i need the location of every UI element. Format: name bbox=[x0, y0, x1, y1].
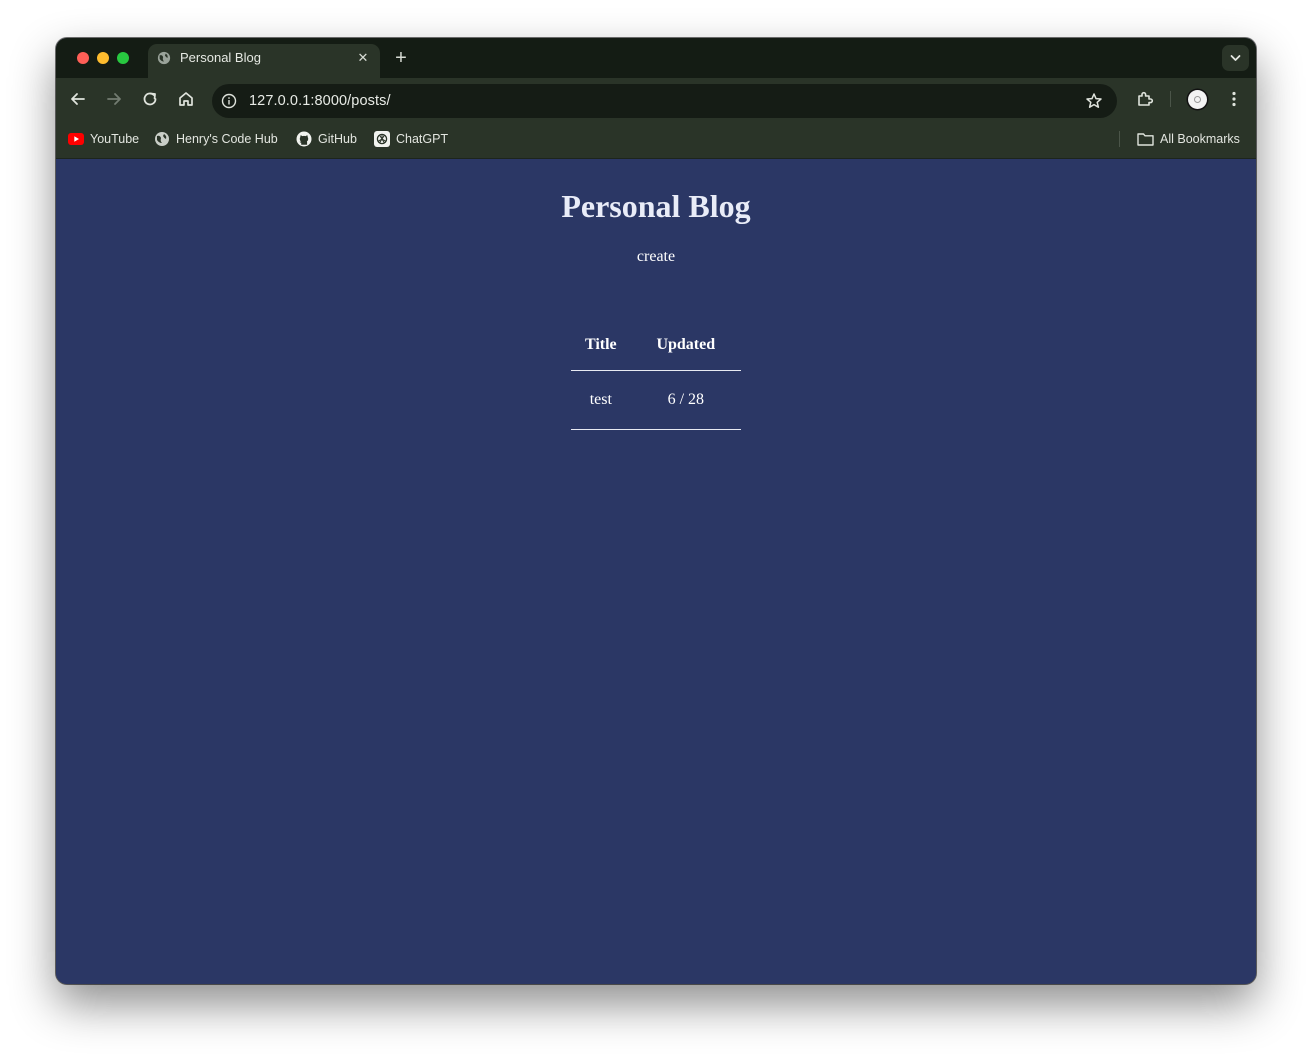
table-header-row: Title Updated bbox=[571, 320, 741, 371]
extensions-icon[interactable] bbox=[1134, 88, 1156, 110]
globe-icon bbox=[157, 51, 171, 65]
bookmark-star-icon[interactable] bbox=[1085, 92, 1103, 110]
tab-search-button[interactable] bbox=[1222, 45, 1249, 71]
post-updated-cell: 6 / 28 bbox=[630, 370, 741, 430]
profile-avatar[interactable] bbox=[1188, 90, 1207, 109]
toolbar-divider bbox=[1170, 91, 1171, 107]
bookmarks-divider bbox=[1119, 131, 1120, 147]
bookmark-henrys-code-hub[interactable]: Henry's Code Hub bbox=[154, 130, 278, 148]
tab-close-icon[interactable]: ✕ bbox=[354, 49, 372, 67]
page-content: Personal Blog create Title Updated test … bbox=[56, 159, 1256, 984]
table-row[interactable]: test 6 / 28 bbox=[571, 370, 741, 430]
bookmarks-bar: YouTube Henry's Code Hub GitHub ChatGPT … bbox=[56, 120, 1256, 159]
all-bookmarks-button[interactable]: All Bookmarks bbox=[1137, 130, 1240, 148]
toolbar: 127.0.0.1:8000/posts/ bbox=[56, 78, 1256, 120]
tab-title: Personal Blog bbox=[180, 50, 261, 65]
chevron-down-icon bbox=[1230, 55, 1241, 61]
column-header-updated: Updated bbox=[630, 320, 741, 371]
page-title: Personal Blog bbox=[561, 188, 751, 224]
home-icon[interactable] bbox=[175, 88, 197, 110]
bookmark-chatgpt[interactable]: ChatGPT bbox=[374, 130, 448, 148]
browser-window: Personal Blog ✕ + 127.0.0.1:8000/posts/ … bbox=[56, 38, 1256, 984]
posts-table: Title Updated test 6 / 28 bbox=[571, 320, 741, 430]
tab-strip: Personal Blog ✕ + bbox=[56, 38, 1256, 78]
bookmark-youtube[interactable]: YouTube bbox=[68, 130, 139, 148]
folder-icon bbox=[1137, 133, 1154, 146]
chatgpt-icon bbox=[374, 131, 390, 147]
address-bar-url[interactable]: 127.0.0.1:8000/posts/ bbox=[249, 93, 391, 109]
address-bar[interactable]: 127.0.0.1:8000/posts/ bbox=[212, 84, 1117, 118]
bookmark-label: Henry's Code Hub bbox=[176, 132, 278, 146]
create-link[interactable]: create bbox=[637, 248, 675, 265]
post-title-cell[interactable]: test bbox=[571, 370, 631, 430]
bookmark-label: YouTube bbox=[90, 132, 140, 146]
new-tab-button[interactable]: + bbox=[390, 47, 412, 69]
close-window-button[interactable] bbox=[77, 52, 89, 64]
maximize-window-button[interactable] bbox=[117, 52, 129, 64]
bookmark-label: GitHub bbox=[318, 132, 357, 146]
github-icon bbox=[296, 131, 312, 147]
all-bookmarks-label: All Bookmarks bbox=[1160, 132, 1240, 146]
globe-icon bbox=[155, 132, 169, 146]
reload-icon[interactable] bbox=[139, 88, 161, 110]
bookmark-label: ChatGPT bbox=[396, 132, 449, 146]
tab-personal-blog[interactable]: Personal Blog ✕ bbox=[148, 44, 380, 78]
site-info-icon[interactable] bbox=[221, 93, 237, 109]
youtube-icon bbox=[68, 133, 84, 145]
create-link-container: create bbox=[56, 247, 1256, 267]
column-header-title: Title bbox=[571, 320, 631, 371]
bookmark-github[interactable]: GitHub bbox=[296, 130, 357, 148]
more-menu-icon[interactable] bbox=[1223, 88, 1245, 110]
minimize-window-button[interactable] bbox=[97, 52, 109, 64]
forward-arrow-icon[interactable] bbox=[103, 88, 125, 110]
back-arrow-icon[interactable] bbox=[67, 88, 89, 110]
